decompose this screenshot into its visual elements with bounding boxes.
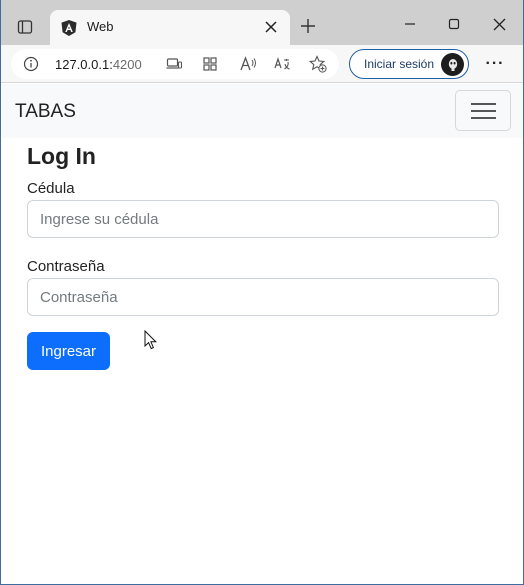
tab-bar: Web <box>1 0 523 45</box>
url-port: 4200 <box>112 57 142 72</box>
minimize-icon[interactable] <box>394 10 426 38</box>
browser-tab[interactable]: Web <box>50 10 290 45</box>
avatar-icon <box>441 53 464 76</box>
angular-favicon-icon <box>60 19 78 37</box>
hamburger-icon <box>471 103 496 105</box>
navbar-brand[interactable]: TABAS <box>15 101 76 123</box>
navbar-toggler[interactable] <box>455 90 511 131</box>
favorites-icon[interactable] <box>309 55 327 73</box>
tab-title: Web <box>87 19 114 34</box>
signin-button[interactable]: Iniciar sesión <box>349 49 469 79</box>
browser-toolbar: 127.0.0.1:4200 Iniciar sesión ··· <box>1 45 523 83</box>
close-window-icon[interactable] <box>483 10 515 38</box>
cursor-icon <box>144 329 158 350</box>
more-options-button[interactable]: ··· <box>483 53 507 75</box>
password-label: Contraseña <box>27 258 105 275</box>
tab-actions-icon[interactable] <box>10 12 40 42</box>
cedula-label: Cédula <box>27 180 75 197</box>
navbar: TABAS <box>2 84 523 138</box>
plus-icon[interactable] <box>295 13 321 39</box>
apps-icon[interactable] <box>201 55 219 73</box>
signin-label: Iniciar sesión <box>364 57 435 71</box>
password-input[interactable] <box>27 278 499 316</box>
hamburger-icon <box>471 117 496 119</box>
read-aloud-icon[interactable] <box>239 55 257 73</box>
maximize-icon[interactable] <box>438 10 470 38</box>
hamburger-icon <box>471 110 496 112</box>
info-icon[interactable] <box>23 56 39 72</box>
submit-button[interactable]: Ingresar <box>27 332 110 370</box>
url-text: 127.0.0.1:4200 <box>55 57 142 72</box>
browser-window: Web 127.0.0.1:4200 Iniciar sesión ··· TA… <box>0 0 524 585</box>
url-host: 127.0.0.1: <box>55 57 113 72</box>
translate-icon[interactable] <box>273 55 291 73</box>
device-icon[interactable] <box>165 55 183 73</box>
page-title: Log In <box>27 143 96 169</box>
close-icon[interactable] <box>262 18 280 36</box>
cedula-input[interactable] <box>27 200 499 238</box>
address-bar[interactable]: 127.0.0.1:4200 <box>11 49 339 79</box>
